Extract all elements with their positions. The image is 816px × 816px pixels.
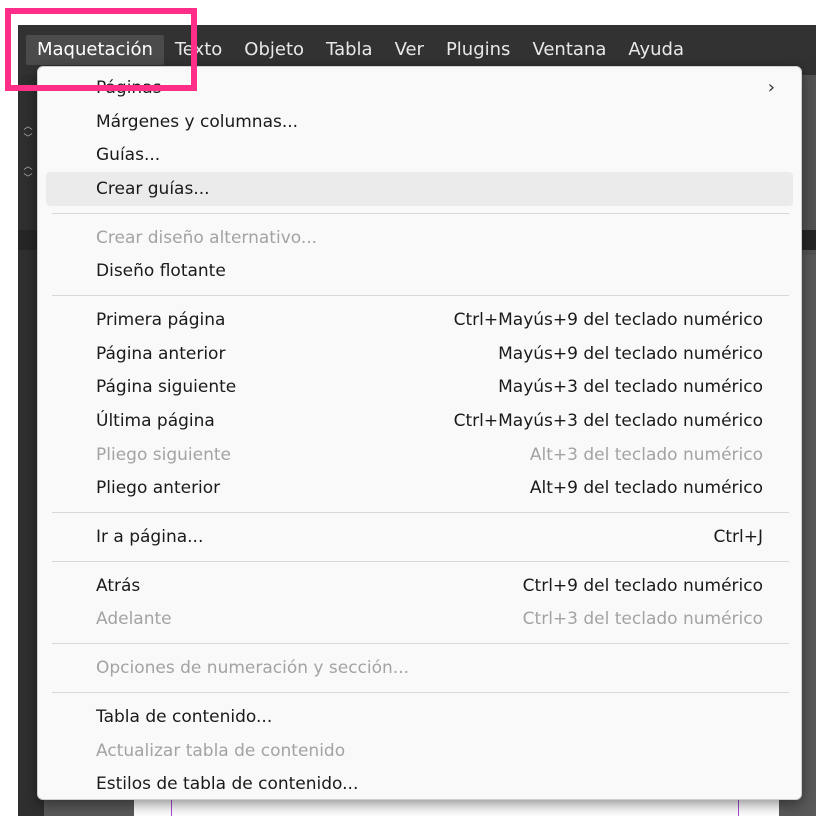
menu-item-label: Opciones de numeración y sección... bbox=[96, 658, 409, 679]
menu-item-margenes-columnas[interactable]: Márgenes y columnas... bbox=[46, 105, 793, 139]
menu-item-shortcut: Ctrl+Mayús+3 del teclado numérico bbox=[453, 411, 763, 432]
menu-objeto[interactable]: Objeto bbox=[233, 35, 315, 65]
menu-item-ir-a-pagina[interactable]: Ir a página... Ctrl+J bbox=[46, 520, 793, 554]
menu-separator bbox=[52, 560, 789, 562]
menu-item-label: Ir a página... bbox=[96, 527, 204, 548]
menu-item-primera-pagina[interactable]: Primera página Ctrl+Mayús+9 del teclado … bbox=[46, 303, 793, 337]
menu-item-label: Guías... bbox=[96, 145, 161, 166]
menu-item-label: Pliego siguiente bbox=[96, 444, 231, 465]
menu-item-opciones-numeracion: Opciones de numeración y sección... bbox=[46, 651, 793, 685]
menu-item-tabla-contenido[interactable]: Tabla de contenido... bbox=[46, 700, 793, 734]
menu-item-guias[interactable]: Guías... bbox=[46, 138, 793, 172]
menu-item-label: Última página bbox=[96, 411, 215, 432]
menu-item-adelante: Adelante Ctrl+3 del teclado numérico bbox=[46, 603, 793, 637]
menu-item-label: Adelante bbox=[96, 609, 172, 630]
menu-item-actualizar-tabla-contenido: Actualizar tabla de contenido bbox=[46, 734, 793, 768]
menu-item-label: Actualizar tabla de contenido bbox=[96, 740, 346, 761]
up-down-chevron-icon[interactable]: ︿ ﹀ bbox=[20, 121, 36, 147]
menu-item-label: Página siguiente bbox=[96, 377, 237, 398]
menu-item-pagina-anterior[interactable]: Página anterior Mayús+9 del teclado numé… bbox=[46, 337, 793, 371]
menu-item-label: Pliego anterior bbox=[96, 478, 221, 499]
menu-bar-spacer bbox=[18, 35, 26, 65]
menu-texto[interactable]: Texto bbox=[164, 35, 233, 65]
menu-item-label: Estilos de tabla de contenido... bbox=[96, 774, 359, 795]
menu-item-label: Crear guías... bbox=[96, 178, 210, 199]
menu-item-label: Primera página bbox=[96, 309, 226, 330]
maquetacion-dropdown-menu: Páginas › Márgenes y columnas... Guías..… bbox=[37, 66, 802, 800]
menu-item-diseno-flotante[interactable]: Diseño flotante bbox=[46, 254, 793, 288]
up-down-chevron-icon[interactable]: ︿ ﹀ bbox=[20, 161, 36, 187]
menu-separator bbox=[52, 643, 789, 645]
menu-item-label: Páginas bbox=[96, 77, 162, 98]
menu-item-shortcut: Ctrl+3 del teclado numérico bbox=[522, 609, 763, 630]
menu-separator bbox=[52, 295, 789, 297]
menu-item-label: Tabla de contenido... bbox=[96, 706, 273, 727]
menu-item-shortcut: Ctrl+Mayús+9 del teclado numérico bbox=[453, 309, 763, 330]
menu-tabla[interactable]: Tabla bbox=[315, 35, 384, 65]
menu-item-crear-guias[interactable]: Crear guías... bbox=[46, 172, 793, 206]
chevron-right-icon: › bbox=[767, 77, 775, 99]
menu-item-shortcut: Ctrl+9 del teclado numérico bbox=[522, 575, 763, 596]
menu-separator bbox=[52, 512, 789, 514]
menu-item-label: Atrás bbox=[96, 575, 141, 596]
menu-plugins[interactable]: Plugins bbox=[435, 35, 521, 65]
menu-ver[interactable]: Ver bbox=[384, 35, 435, 65]
menu-item-shortcut: Mayús+9 del teclado numérico bbox=[498, 343, 763, 364]
menu-item-label: Diseño flotante bbox=[96, 261, 226, 282]
menu-ayuda[interactable]: Ayuda bbox=[617, 35, 695, 65]
menu-item-pliego-anterior[interactable]: Pliego anterior Alt+9 del teclado numéri… bbox=[46, 472, 793, 506]
menu-item-crear-diseno-alternativo: Crear diseño alternativo... bbox=[46, 221, 793, 255]
menu-item-shortcut: Mayús+3 del teclado numérico bbox=[498, 377, 763, 398]
menu-maquetacion[interactable]: Maquetación bbox=[26, 35, 164, 65]
menu-item-shortcut: Alt+3 del teclado numérico bbox=[529, 444, 763, 465]
menu-separator bbox=[52, 212, 789, 214]
menu-item-pliego-siguiente: Pliego siguiente Alt+3 del teclado numér… bbox=[46, 438, 793, 472]
menu-item-label: Crear diseño alternativo... bbox=[96, 227, 318, 248]
menu-item-atras[interactable]: Atrás Ctrl+9 del teclado numérico bbox=[46, 569, 793, 603]
menu-item-estilos-tabla-contenido[interactable]: Estilos de tabla de contenido... bbox=[46, 767, 793, 801]
menu-ventana[interactable]: Ventana bbox=[521, 35, 617, 65]
menu-item-label: Márgenes y columnas... bbox=[96, 111, 299, 132]
menu-item-pagina-siguiente[interactable]: Página siguiente Mayús+3 del teclado num… bbox=[46, 371, 793, 405]
menu-item-shortcut: Ctrl+J bbox=[713, 527, 763, 548]
menu-item-label: Página anterior bbox=[96, 343, 226, 364]
menu-item-shortcut: Alt+9 del teclado numérico bbox=[529, 478, 763, 499]
menu-item-paginas[interactable]: Páginas › bbox=[46, 71, 793, 105]
menu-separator bbox=[52, 692, 789, 693]
menu-item-ultima-pagina[interactable]: Última página Ctrl+Mayús+3 del teclado n… bbox=[46, 404, 793, 438]
